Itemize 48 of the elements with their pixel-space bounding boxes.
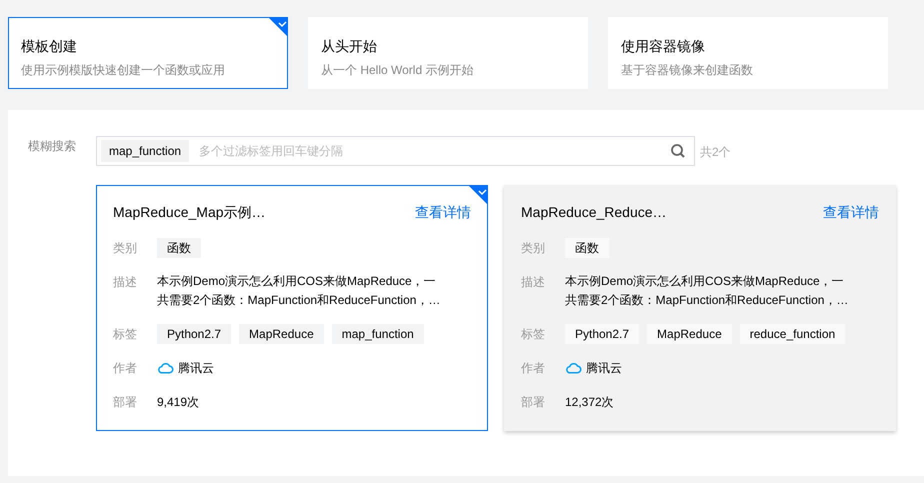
- tag: 函数: [565, 238, 609, 258]
- check-corner-icon: [268, 17, 288, 37]
- field-label: 作者: [521, 360, 546, 377]
- tag: 函数: [157, 238, 201, 258]
- template-title: MapReduce_Map示例…: [113, 204, 266, 222]
- field-label: 类别: [521, 240, 546, 257]
- tag: MapReduce: [239, 324, 324, 344]
- field-label: 类别: [113, 240, 138, 257]
- description-text: 本示例Demo演示怎么利用COS来做MapReduce，一 共需要2个函数：MapFunction和ReduceFunction，…: [157, 273, 440, 309]
- mode-subtitle: 从一个 Hello World 示例开始: [321, 62, 474, 79]
- search-field[interactable]: map_function 多个过滤标签用回车键分隔: [96, 136, 695, 166]
- mode-card[interactable]: 使用容器镜像 基于容器镜像来创建函数: [608, 17, 888, 89]
- tag: Python2.7: [157, 324, 232, 344]
- tag: map_function: [332, 324, 424, 344]
- field-label: 作者: [113, 360, 138, 377]
- cloud-icon: [565, 362, 582, 374]
- details-link[interactable]: 查看详情: [415, 204, 471, 222]
- search-label: 模糊搜索: [28, 138, 77, 155]
- mode-subtitle: 使用示例模版快速创建一个函数或应用: [21, 62, 226, 79]
- mode-title: 模板创建: [21, 37, 78, 55]
- template-card[interactable]: MapReduce_Map示例… 查看详情 类别 函数 描述 本示例Demo演示怎么利用COS来做MapReduce，一 共需要2个函数：MapFunction和ReduceFunction，… 标签 Python2.7 MapReduce map_function 作者 腾讯云 部署 9,419次: [96, 185, 488, 431]
- description-text: 本示例Demo演示怎么利用COS来做MapReduce，一 共需要2个函数：MapFunction和ReduceFunction，…: [565, 273, 848, 309]
- tag: MapReduce: [647, 324, 732, 344]
- deploy-count: 9,419次: [157, 394, 200, 411]
- author-name: 腾讯云: [178, 360, 214, 377]
- search-icon[interactable]: [670, 143, 686, 159]
- mode-title: 使用容器镜像: [621, 37, 706, 55]
- field-label: 描述: [521, 274, 546, 291]
- details-link[interactable]: 查看详情: [823, 204, 879, 222]
- filter-tag[interactable]: map_function: [101, 140, 190, 162]
- check-corner-icon: [468, 185, 488, 205]
- tag: reduce_function: [740, 324, 846, 344]
- field-label: 标签: [113, 326, 138, 343]
- result-count: 共2个: [700, 144, 731, 161]
- mode-subtitle: 基于容器镜像来创建函数: [621, 62, 754, 79]
- deploy-count: 12,372次: [565, 394, 614, 411]
- field-label: 部署: [521, 394, 546, 411]
- cloud-icon: [157, 362, 174, 374]
- mode-card[interactable]: 模板创建 使用示例模版快速创建一个函数或应用: [8, 17, 288, 89]
- author-name: 腾讯云: [586, 360, 622, 377]
- template-title: MapReduce_Reduce…: [521, 204, 667, 222]
- template-card[interactable]: MapReduce_Reduce… 查看详情 类别 函数 描述 本示例Demo演示怎么利用COS来做MapReduce，一 共需要2个函数：MapFunction和ReduceFunction，… 标签 Python2.7 MapReduce reduce_function 作者 腾讯云 部署 12,372次: [504, 185, 896, 431]
- field-label: 描述: [113, 274, 138, 291]
- field-label: 标签: [521, 326, 546, 343]
- mode-title: 从头开始: [321, 37, 378, 55]
- mode-card[interactable]: 从头开始 从一个 Hello World 示例开始: [308, 17, 588, 89]
- tag: Python2.7: [565, 324, 640, 344]
- field-label: 部署: [113, 394, 138, 411]
